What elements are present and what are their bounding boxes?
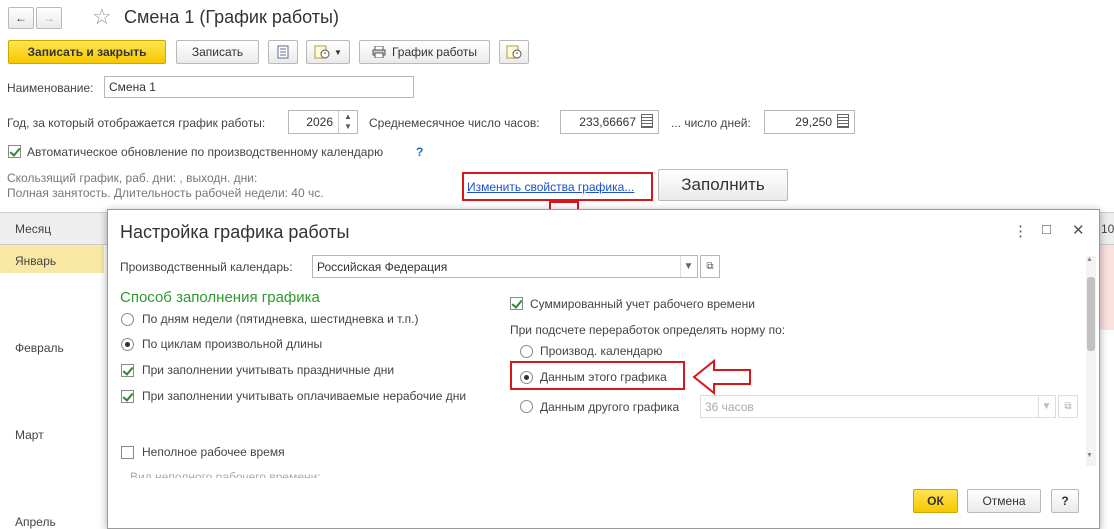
summarized-accounting-checkbox[interactable] — [510, 297, 523, 310]
dialog-help-button[interactable]: ? — [1051, 489, 1079, 513]
avg-hours-label: Среднемесячное число часов: — [369, 116, 540, 130]
norm-calendar-label: Производ. календарю — [540, 344, 663, 358]
document-clock-icon — [314, 45, 330, 59]
cycles-radio[interactable] — [121, 338, 134, 351]
save-button[interactable]: Записать — [176, 40, 259, 64]
schedule-report-button[interactable] — [499, 40, 529, 64]
dialog-title: Настройка графика работы — [120, 222, 350, 242]
scroll-down-icon[interactable]: ▼ — [1086, 452, 1093, 459]
forward-arrow-icon: → — [43, 11, 55, 25]
other-schedule-dropdown-icon[interactable]: ▼ — [1038, 396, 1054, 417]
month-row-april[interactable]: Апрель — [15, 515, 56, 529]
other-schedule-value: 36 часов — [705, 399, 754, 414]
dialog-maximize-icon[interactable]: □ — [1042, 221, 1051, 238]
calendar-field[interactable]: Российская Федерация — [312, 255, 698, 278]
annotation-left-arrow — [692, 358, 751, 396]
cancel-button[interactable]: Отмена — [967, 489, 1041, 513]
ok-button[interactable]: ОК — [913, 489, 958, 513]
calendar-value: Российская Федерация — [317, 259, 448, 274]
year-label: Год, за который отображается график рабо… — [7, 116, 266, 130]
calculator-icon[interactable] — [837, 114, 849, 128]
chevron-down-icon: ▼ — [334, 47, 342, 57]
auto-update-checkbox[interactable] — [8, 145, 21, 158]
part-time-kind-label: Вид неполного рабочего времени: — [130, 470, 321, 478]
part-time-label: Неполное рабочее время — [142, 445, 285, 459]
year-value: 2026 — [306, 115, 333, 129]
schedule-info-line1: Скользящий график, раб. дни: , выходн. д… — [7, 171, 258, 185]
paid-nonworking-label: При заполнении учитывать оплачиваемые не… — [142, 389, 467, 403]
other-schedule-open-button[interactable]: ⧉ — [1058, 395, 1078, 418]
paid-nonworking-checkbox[interactable] — [121, 390, 134, 403]
scroll-up-icon[interactable]: ▲ — [1086, 256, 1093, 263]
forward-button[interactable]: → — [36, 7, 62, 29]
part-time-checkbox[interactable] — [121, 446, 134, 459]
days-label: ... число дней: — [671, 116, 751, 130]
other-schedule-field[interactable]: 36 часов — [700, 395, 1056, 418]
calendar-open-button[interactable]: ⧉ — [700, 255, 720, 278]
overtime-norm-label: При подсчете переработок определять норм… — [510, 323, 786, 337]
calendar-label: Производственный календарь: — [120, 260, 293, 274]
calculator-icon[interactable] — [641, 114, 653, 128]
auto-update-label: Автоматическое обновление по производств… — [27, 145, 384, 159]
days-value: 29,250 — [795, 115, 832, 129]
open-form-icon: ⧉ — [706, 261, 714, 272]
favorite-star-icon[interactable]: ☆ — [92, 4, 112, 30]
norm-this-schedule-label: Данным этого графика — [540, 370, 667, 384]
month-row-march[interactable]: Март — [15, 428, 44, 442]
month-row-january[interactable]: Январь — [15, 254, 56, 268]
cycles-option-label: По циклам произвольной длины — [142, 337, 323, 351]
month-column-header: Месяц — [15, 222, 52, 236]
window-title: Смена 1 (График работы) — [124, 7, 339, 27]
norm-calendar-radio[interactable] — [520, 345, 533, 358]
weekdays-option-label: По дням недели (пятидневка, шестидневка … — [142, 312, 419, 326]
norm-this-schedule-radio[interactable] — [520, 371, 533, 384]
norm-other-schedule-label: Данным другого графика — [540, 400, 680, 414]
dialog-close-icon[interactable]: ✕ — [1072, 221, 1085, 239]
avg-hours-value: 233,66667 — [579, 115, 636, 129]
printer-icon — [372, 46, 386, 58]
holidays-checkbox[interactable] — [121, 364, 134, 377]
dialog-menu-icon[interactable]: ⋮ — [1013, 222, 1028, 240]
schedule-button[interactable]: График работы — [359, 40, 490, 64]
report-dropdown-button[interactable]: ▼ — [306, 40, 350, 64]
list-icon — [277, 45, 289, 59]
help-link[interactable]: ? — [416, 145, 423, 159]
save-and-close-button[interactable]: Записать и закрыть — [8, 40, 166, 64]
calendar-dropdown-icon[interactable]: ▼ — [680, 256, 696, 277]
summarized-accounting-label: Суммированный учет рабочего времени — [530, 297, 755, 311]
holidays-label: При заполнении учитывать праздничные дни — [142, 363, 395, 377]
year-stepper[interactable]: ▲ ▼ — [338, 111, 357, 133]
right-header-fragment: 10 — [1101, 222, 1114, 236]
schedule-info-line2: Полная занятость. Длительность рабочей н… — [7, 186, 324, 200]
weekdays-radio[interactable] — [121, 313, 134, 326]
stepper-down-icon[interactable]: ▼ — [339, 122, 357, 132]
back-button[interactable]: ← — [8, 7, 34, 29]
name-label: Наименование: — [7, 81, 94, 95]
name-field[interactable]: Смена 1 — [104, 76, 414, 98]
stepper-up-icon[interactable]: ▲ — [339, 112, 357, 122]
schedule-button-label: График работы — [391, 45, 478, 59]
change-properties-link[interactable]: Изменить свойства графика... — [467, 180, 634, 194]
open-form-icon: ⧉ — [1064, 401, 1072, 412]
list-button[interactable] — [268, 40, 298, 64]
fill-method-heading: Способ заполнения графика — [120, 289, 320, 306]
fill-button[interactable]: Заполнить — [658, 169, 788, 201]
right-pink-area — [1098, 245, 1114, 330]
dialog-scrollbar-thumb[interactable] — [1087, 277, 1095, 351]
norm-other-schedule-radio[interactable] — [520, 400, 533, 413]
document-clock-icon — [506, 45, 522, 59]
back-arrow-icon: ← — [15, 11, 27, 25]
month-row-february[interactable]: Февраль — [15, 341, 64, 355]
